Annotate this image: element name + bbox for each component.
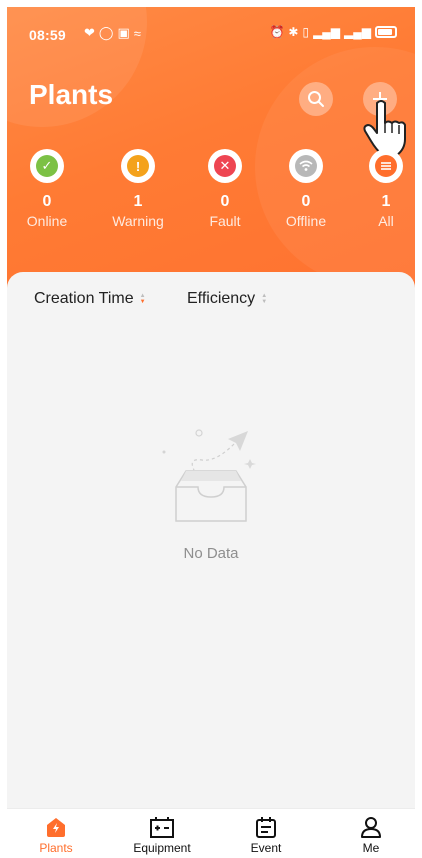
heart-icon: ❤ (84, 25, 95, 40)
sort-arrows-icon: ▲ ▼ (261, 293, 268, 305)
stat-offline[interactable]: 0 Offline (266, 149, 346, 229)
alarm-icon: ⏰ (269, 25, 285, 39)
sort-creation-time[interactable]: Creation Time ▲ ▼ (34, 290, 146, 308)
online-status-badge: ✓ (30, 149, 64, 183)
empty-state: No Data (7, 427, 415, 562)
calendar-event-icon (256, 817, 276, 838)
battery-equipment-icon (150, 817, 174, 838)
stat-label: Fault (209, 213, 241, 229)
status-notification-icons: ❤ ◯ ▣ ≈ (84, 25, 141, 41)
stat-count: 0 (301, 193, 311, 210)
chat-icon: ◯ (98, 25, 114, 40)
check-icon: ✓ (36, 155, 58, 177)
notification-icon: ≈ (133, 25, 141, 41)
signal-icon: ▂▄▆ (313, 25, 341, 39)
all-status-badge (369, 149, 403, 183)
stat-warning[interactable]: ! 1 Warning (98, 149, 178, 229)
page-title: Plants (29, 79, 114, 110)
x-icon: ✕ (214, 155, 236, 177)
empty-message: No Data (183, 545, 239, 562)
plants-screen: 08:59 ❤ ◯ ▣ ≈ ⏰ ✱ ▯ ▂▄▆ ▂▄▆ Plants ✓ 0 O… (7, 7, 415, 858)
user-profile-icon (361, 817, 381, 838)
header: 08:59 ❤ ◯ ▣ ≈ ⏰ ✱ ▯ ▂▄▆ ▂▄▆ Plants ✓ 0 O… (7, 7, 415, 297)
signal-icon: ▂▄▆ (344, 25, 371, 39)
stat-count: 0 (220, 193, 230, 210)
nav-item-event[interactable]: Event (216, 815, 316, 855)
exclamation-icon: ! (127, 155, 149, 177)
sort-label: Creation Time (34, 290, 134, 307)
plants-home-icon (47, 818, 65, 837)
app-icon: ▣ (117, 25, 130, 40)
stat-label: Online (26, 213, 68, 229)
status-bar: 08:59 ❤ ◯ ▣ ≈ ⏰ ✱ ▯ ▂▄▆ ▂▄▆ (7, 7, 415, 51)
fault-status-badge: ✕ (208, 149, 242, 183)
stat-count: 1 (133, 193, 143, 210)
pointer-hand-icon (363, 100, 406, 156)
plant-status-summary: ✓ 0 Online ! 1 Warning ✕ 0 Fault 0 Offli… (7, 149, 415, 249)
list-icon (375, 155, 397, 177)
wifi-icon (295, 155, 317, 177)
sort-efficiency[interactable]: Efficiency ▲ ▼ (187, 290, 267, 308)
nav-label: Equipment (133, 841, 191, 855)
nav-label: Me (362, 841, 380, 855)
sort-arrows-icon: ▲ ▼ (139, 293, 146, 305)
nav-label: Event (250, 841, 282, 855)
nav-item-equipment[interactable]: Equipment (112, 815, 212, 855)
empty-inbox-icon (162, 429, 256, 522)
offline-status-badge (289, 149, 323, 183)
nav-label: Plants (39, 841, 73, 855)
stat-count: 0 (42, 193, 52, 210)
status-time: 08:59 (29, 27, 66, 43)
nav-item-plants[interactable]: Plants (7, 815, 106, 855)
stat-all[interactable]: 1 All (346, 149, 415, 229)
stat-label: Warning (112, 213, 164, 229)
status-system-icons: ⏰ ✱ ▯ ▂▄▆ ▂▄▆ (269, 25, 397, 39)
stat-label: Offline (285, 213, 327, 229)
bottom-navigation: Plants Equipment Event Me (7, 808, 415, 858)
vibrate-icon: ▯ (302, 25, 310, 39)
bluetooth-icon: ✱ (288, 25, 299, 39)
sort-bar: Creation Time ▲ ▼ Efficiency ▲ ▼ (7, 272, 415, 328)
stat-count: 1 (381, 193, 391, 210)
sort-label: Efficiency (187, 290, 256, 307)
stat-online[interactable]: ✓ 0 Online (7, 149, 87, 229)
nav-item-me[interactable]: Me (321, 815, 415, 855)
warning-status-badge: ! (121, 149, 155, 183)
search-button[interactable] (299, 82, 333, 116)
plant-list-panel: Creation Time ▲ ▼ Efficiency ▲ ▼ No Data (7, 272, 415, 812)
search-icon (308, 91, 324, 107)
stat-label: All (378, 213, 394, 229)
battery-icon (375, 26, 397, 38)
stat-fault[interactable]: ✕ 0 Fault (185, 149, 265, 229)
